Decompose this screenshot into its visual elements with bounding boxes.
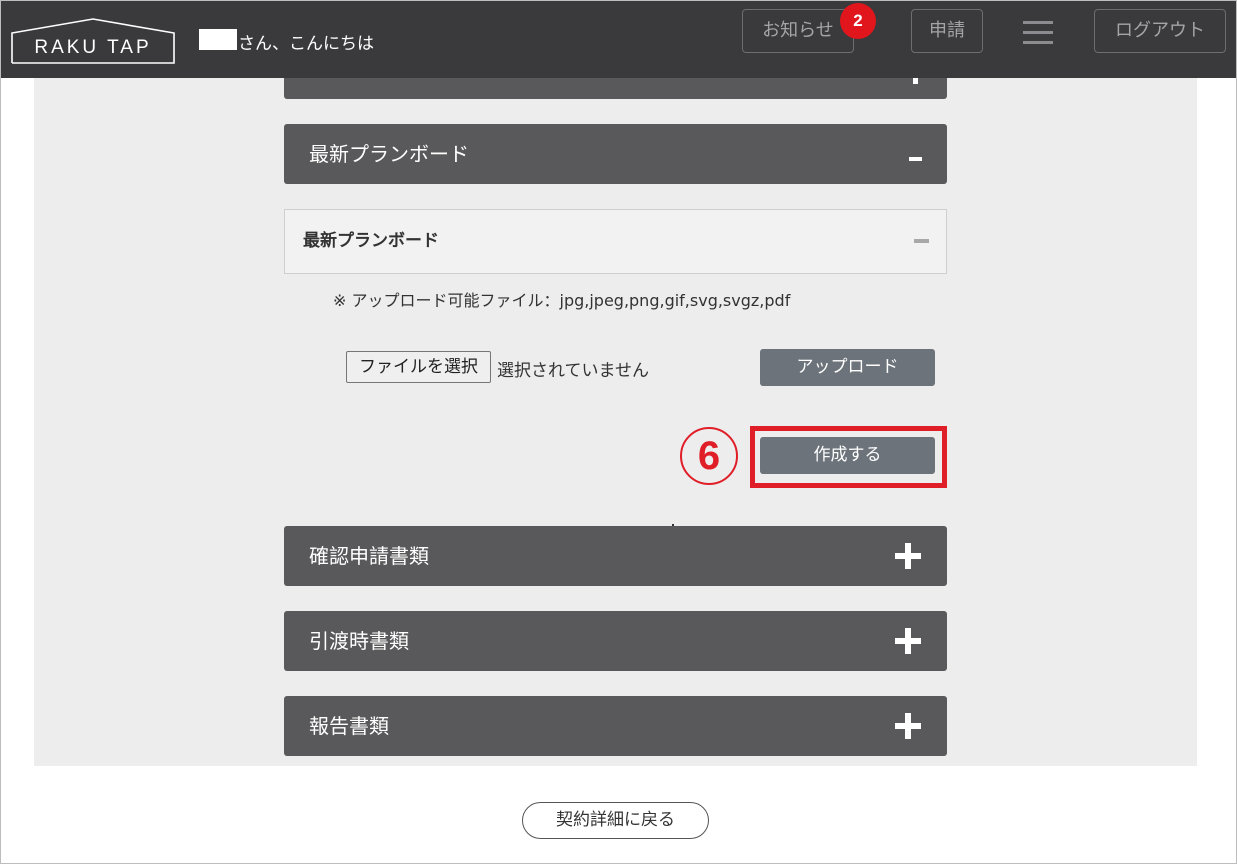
sub-panel-latest-plan-board[interactable]: 最新プランボード [284, 209, 947, 274]
expand-plus-icon[interactable] [895, 543, 921, 569]
back-to-contract-details-button[interactable]: 契約詳細に戻る [522, 802, 709, 839]
notice-button[interactable]: お知らせ [742, 9, 854, 53]
previous-section-bar[interactable] [284, 78, 947, 99]
menu-line [1023, 41, 1053, 44]
sub-panel-title: 最新プランボード [303, 231, 439, 251]
upload-file-types-note: ※ アップロード可能ファイル：jpg,jpeg,png,gif,svg,svgz… [333, 291, 791, 310]
logout-button[interactable]: ログアウト [1094, 9, 1226, 53]
hamburger-menu-icon[interactable] [1021, 19, 1055, 45]
notice-count-badge: 2 [840, 3, 876, 39]
upload-button[interactable]: アップロード [760, 349, 935, 386]
expand-plus-icon[interactable] [895, 713, 921, 739]
user-name-redacted [199, 29, 237, 50]
collapse-minus-icon[interactable] [914, 239, 929, 243]
section-latest-plan-board[interactable]: 最新プランボード [284, 124, 947, 184]
section-confirm-docs[interactable]: 確認申請書類 [284, 526, 947, 586]
step-six-marker: 6 [680, 427, 738, 485]
expand-plus-icon[interactable] [895, 628, 921, 654]
create-button[interactable]: 作成する [760, 437, 935, 474]
section-title: 報告書類 [309, 714, 389, 738]
logo-text: RAKU TAP [34, 37, 152, 58]
previous-section-icon [913, 78, 918, 84]
top-header: RAKU TAP さん、こんにちは お知らせ 申請 ログアウト [1, 1, 1236, 78]
file-status-text: 選択されていません [497, 361, 649, 381]
menu-line [1023, 21, 1053, 24]
menu-line [1023, 31, 1053, 34]
section-title: 引渡時書類 [309, 629, 409, 653]
section-report-docs[interactable]: 報告書類 [284, 696, 947, 756]
collapse-minus-icon[interactable] [909, 157, 922, 161]
raku-tap-logo[interactable]: RAKU TAP [11, 18, 175, 64]
section-title: 最新プランボード [309, 142, 469, 166]
greeting-text: さん、こんにちは [238, 34, 374, 54]
section-handover-docs[interactable]: 引渡時書類 [284, 611, 947, 671]
apply-button[interactable]: 申請 [911, 9, 983, 53]
choose-file-button[interactable]: ファイルを選択 [346, 351, 491, 383]
section-title: 確認申請書類 [309, 544, 429, 568]
